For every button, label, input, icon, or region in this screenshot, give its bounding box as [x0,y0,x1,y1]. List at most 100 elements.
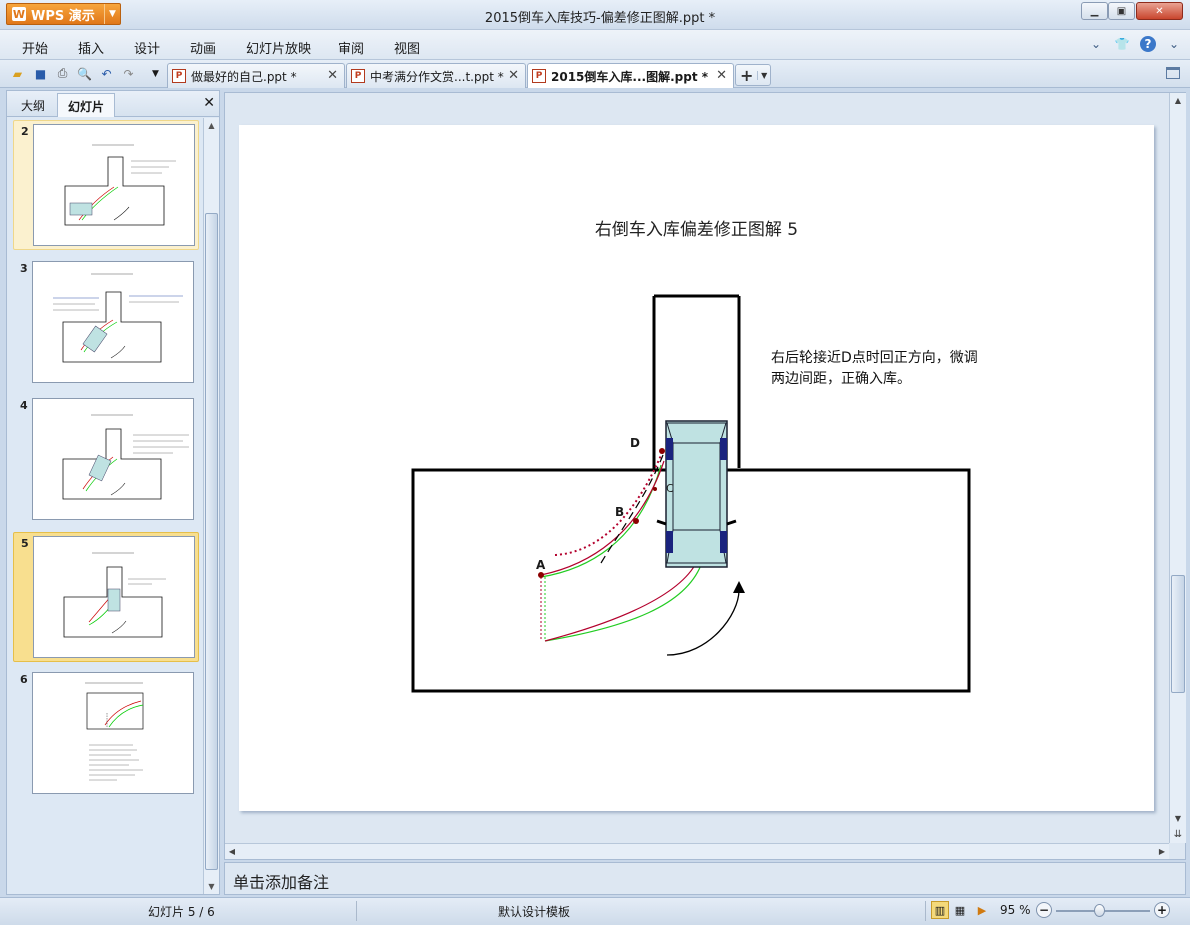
thumbnail-diagram [63,552,166,638]
thumbnail-diagram [53,273,183,363]
collapse-ribbon-icon[interactable]: ⌄ [1088,36,1104,52]
slide-canvas[interactable]: 右倒车入库偏差修正图解 5 右后轮接近D点时回正方向，微调两边间距，正确入库。 [239,125,1154,811]
print-preview-icon[interactable]: 🔍 [76,65,93,82]
scroll-down-icon[interactable]: ▼ [1170,811,1186,825]
tab-document-2[interactable]: P 中考满分作文赏...t.ppt * ✕ [346,63,526,88]
thumbnail-slide-6[interactable]: 6 [13,669,199,799]
thumbnail-slide-4[interactable]: 4 [13,395,199,525]
ppt-file-icon: P [532,69,546,83]
point-c-label: C [666,482,674,495]
minimize-icon: ▁ [1090,5,1099,17]
window-layout-icon[interactable] [1166,67,1180,79]
menu-insert[interactable]: 插入 [78,38,104,57]
thumbnail-slide-3[interactable]: 3 [13,258,199,388]
slide-thumbnail [33,124,195,246]
more-icon[interactable]: ⌄ [1166,36,1182,52]
close-window-button[interactable]: ✕ [1136,2,1183,20]
minimize-button[interactable]: ▁ [1081,2,1108,20]
zoom-out-button[interactable]: − [1036,902,1052,918]
status-divider [356,901,357,921]
close-tab-icon[interactable]: ✕ [716,68,727,83]
tab-slides[interactable]: 幻灯片 [57,93,116,117]
slide-thumbnail [32,261,194,383]
tab-label: 做最好的自己.ppt * [191,69,297,84]
slide-title[interactable]: 右倒车入库偏差修正图解 5 [239,215,1154,240]
slide-sorter-icon[interactable]: ▦ [951,901,969,919]
title-bar: W WPS 演示 ▼ 2015倒车入库技巧-偏差修正图解.ppt * ▁ ▣ ✕ [0,0,1190,30]
open-folder-icon[interactable]: ▰ [9,65,26,82]
customize-toolbar-icon[interactable]: ▼ [147,65,164,82]
slide-thumbnail [32,398,194,520]
redo-icon[interactable]: ↷ [120,65,137,82]
notes-pane[interactable]: 单击添加备注 [224,862,1186,895]
notes-placeholder[interactable]: 单击添加备注 [233,869,329,893]
slide-number: 6 [20,673,28,686]
menu-animation[interactable]: 动画 [190,38,216,57]
scroll-left-icon[interactable]: ◀ [225,844,239,859]
slide-number: 5 [21,537,29,550]
menu-home[interactable]: 开始 [22,38,48,57]
close-pane-icon[interactable]: ✕ [203,95,215,111]
slide-thumbnail [33,536,195,658]
scroll-up-icon[interactable]: ▲ [1170,93,1186,107]
menu-design[interactable]: 设计 [134,38,160,57]
close-tab-icon[interactable]: ✕ [508,68,519,83]
slide-number: 4 [20,399,28,412]
zoom-slider-knob[interactable] [1094,904,1105,917]
horizontal-scrollbar[interactable]: ◀ ▶ [225,843,1169,859]
next-slide-icon[interactable]: ⇊ [1170,827,1186,841]
vertical-scrollbar[interactable]: ▲ ▼ ⇊ [1169,93,1186,843]
status-bar: 幻灯片 5 / 6 默认设计模板 ▥ ▦ ▶ 95 % − + [0,897,1190,925]
point-b-label: B [615,505,625,519]
chevron-down-icon[interactable]: ▼ [757,70,770,80]
menu-slideshow[interactable]: 幻灯片放映 [246,38,311,57]
tab-label: 中考满分作文赏...t.ppt * [370,69,504,84]
maximize-button[interactable]: ▣ [1108,2,1135,20]
scroll-up-icon[interactable]: ▲ [204,118,219,133]
scrollbar-thumb[interactable] [205,213,218,870]
status-divider [925,901,926,921]
close-tab-icon[interactable]: ✕ [327,68,338,83]
slide-pane: 大纲 幻灯片 ✕ 2 3 4 5 6 ▲ ▼ [6,90,220,895]
scrollbar-thumb[interactable] [1171,575,1185,693]
thumbnail-diagram [85,682,144,781]
point-d-label: D [630,436,640,450]
print-icon[interactable]: ⎙ [54,65,71,82]
normal-view-icon[interactable]: ▥ [931,901,949,919]
help-icon[interactable]: ? [1140,36,1156,52]
maximize-icon: ▣ [1116,5,1127,17]
slideshow-icon[interactable]: ▶ [973,901,991,919]
menu-right-tools: ⌄ 👕 ? ⌄ [1088,36,1182,52]
undo-icon[interactable]: ↶ [98,65,115,82]
pane-tabs: 大纲 幻灯片 ✕ [7,91,219,117]
tab-outline[interactable]: 大纲 [11,93,55,117]
new-tab-button[interactable]: + ▼ [735,64,771,86]
zoom-in-button[interactable]: + [1154,902,1170,918]
save-icon[interactable]: ■ [32,65,49,82]
tab-document-3[interactable]: P 2015倒车入库...图解.ppt * ✕ [527,63,734,88]
design-template-label: 默认设计模板 [498,905,571,919]
slide-number: 3 [20,262,28,275]
tab-bar: ▰ ■ ⎙ 🔍 ↶ ↷ ▼ P 做最好的自己.ppt * ✕ P 中考满分作文赏… [0,60,1190,88]
thumbnail-list: 2 3 4 5 6 [7,118,203,894]
menu-view[interactable]: 视图 [394,38,420,57]
tab-document-1[interactable]: P 做最好的自己.ppt * ✕ [167,63,345,88]
thumbnail-slide-5[interactable]: 5 [13,532,199,662]
thumbnail-diagram [62,414,189,500]
ppt-file-icon: P [172,69,186,83]
dropdown-arrow-icon: ▼ [104,4,120,24]
menu-review[interactable]: 审阅 [338,38,364,57]
skin-icon[interactable]: 👕 [1114,36,1130,52]
slide-thumbnail [32,672,194,794]
zoom-level: 95 % [1000,903,1031,917]
thumbnail-diagram [64,144,176,226]
app-menu-button[interactable]: W WPS 演示 ▼ [6,3,121,25]
thumbnail-scrollbar[interactable]: ▲ ▼ [203,118,219,894]
slide-editor: 右倒车入库偏差修正图解 5 右后轮接近D点时回正方向，微调两边间距，正确入库。 [224,92,1186,860]
thumbnail-slide-2[interactable]: 2 [13,120,199,250]
close-icon: ✕ [1155,5,1164,17]
menu-bar: 开始 插入 设计 动画 幻灯片放映 审阅 视图 ⌄ 👕 ? ⌄ [0,30,1190,60]
scroll-right-icon[interactable]: ▶ [1155,844,1169,859]
scroll-down-icon[interactable]: ▼ [204,879,219,894]
slide-description[interactable]: 右后轮接近D点时回正方向，微调两边间距，正确入库。 [771,348,991,390]
